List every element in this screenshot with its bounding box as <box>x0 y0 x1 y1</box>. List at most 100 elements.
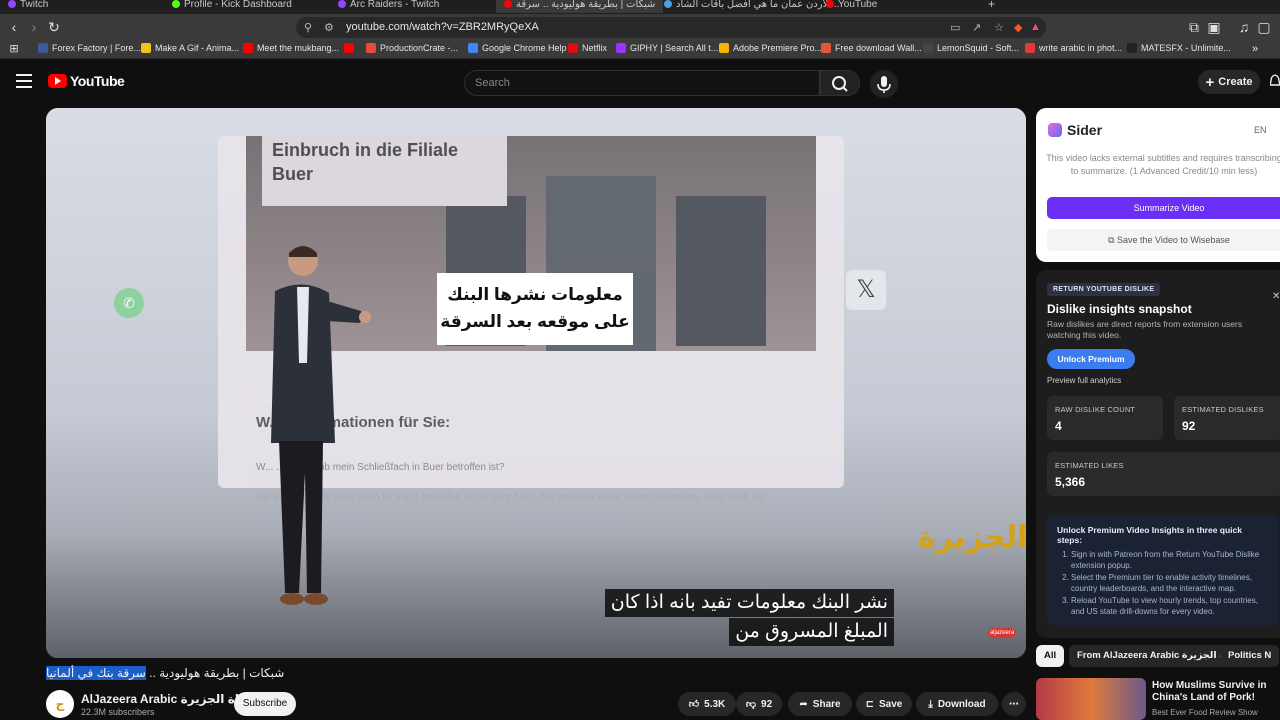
recommended-video-thumbnail[interactable] <box>1036 678 1146 720</box>
dislike-button[interactable]: 👎︎ 92 <box>736 692 782 716</box>
share-page-icon[interactable]: ↗ <box>972 21 981 34</box>
bookmark-item[interactable]: Netflix <box>568 43 607 53</box>
address-bar[interactable]: ⚲ ⚙ youtube.com/watch?v=ZBR2MRyQeXA ▭ ↗ … <box>296 17 1046 38</box>
channel-name[interactable]: AlJazeera Arabic قناة الجزيرة <box>81 692 252 706</box>
browser-tab[interactable]: Twitch <box>8 0 48 13</box>
bookmark-favicon-icon <box>719 43 729 53</box>
new-tab-button[interactable]: + <box>988 0 995 13</box>
bookmark-favicon-icon <box>616 43 626 53</box>
search-button[interactable] <box>820 70 860 96</box>
create-button[interactable]: + Create <box>1198 70 1260 94</box>
summarize-video-button[interactable]: Summarize Video <box>1047 197 1280 219</box>
recommended-video-channel[interactable]: Best Ever Food Review Show <box>1152 708 1258 717</box>
media-icon[interactable]: ♫ <box>1236 19 1252 35</box>
site-info-icon[interactable]: ⚲ <box>304 21 312 34</box>
bookmark-star-icon[interactable]: ☆ <box>994 21 1004 34</box>
share-icon: ➦ <box>799 698 808 710</box>
brave-shield-icon[interactable]: ◆ <box>1014 21 1022 34</box>
more-icon: ⋯ <box>1009 698 1019 710</box>
bookmarks-bar: ⊞ Forex Factory | Fore... Make A Gif - A… <box>0 40 1280 59</box>
bookmark-item[interactable]: Make A Gif - Anima... <box>141 43 239 53</box>
bookmark-item[interactable]: MATESFX - Unlimite... <box>1127 43 1231 53</box>
channel-watermark: aljazeera <box>988 628 1016 638</box>
search-placeholder: Search <box>475 77 510 89</box>
browser-toolbar: ‹ › ↻ ⚲ ⚙ youtube.com/watch?v=ZBR2MRyQeX… <box>0 14 1280 40</box>
youtube-logo[interactable]: YouTube <box>48 73 125 89</box>
bookmark-favicon-icon <box>141 43 151 53</box>
browser-tab-strip: Twitch Profile - Kick Dashboard Arc Raid… <box>0 0 1280 14</box>
bookmark-item[interactable]: write arabic in phot... <box>1025 43 1122 53</box>
menu-icon[interactable] <box>16 74 32 88</box>
bookmark-item[interactable]: GIPHY | Search All t... <box>616 43 718 53</box>
bookmark-favicon-icon <box>468 43 478 53</box>
tab-favicon-icon <box>504 0 512 8</box>
recommended-video-title[interactable]: How Muslims Survive in China's Land of P… <box>1152 680 1280 704</box>
bookmark-item[interactable] <box>344 43 354 53</box>
tune-icon[interactable]: ⚙ <box>324 21 334 34</box>
preview-analytics-link[interactable]: Preview full analytics <box>1047 376 1121 385</box>
presenter-figure <box>271 246 371 605</box>
reload-icon[interactable]: ↻ <box>46 19 62 35</box>
forward-icon[interactable]: › <box>26 19 42 35</box>
premium-steps: Unlock Premium Video Insights in three q… <box>1047 515 1279 625</box>
bookmark-item[interactable]: Free download Wall... <box>821 43 922 53</box>
premium-step: Select the Premium tier to enable activi… <box>1071 573 1269 594</box>
channel-avatar[interactable]: ج <box>46 690 74 718</box>
sider-description: This video lacks external subtitles and … <box>1046 153 1280 176</box>
search-icon <box>832 76 848 92</box>
bookmark-item[interactable]: Adobe Premiere Pro... <box>719 43 822 53</box>
bookmark-favicon-icon <box>1025 43 1035 53</box>
video-player[interactable]: Einbruch in die Filiale Buer W... ...nfo… <box>46 108 1026 658</box>
share-button[interactable]: ➦ Share <box>788 692 852 716</box>
notifications-icon[interactable] <box>1269 74 1280 88</box>
bookmark-favicon-icon <box>366 43 376 53</box>
sider-brand: Sider <box>1048 122 1102 138</box>
browser-tab[interactable]: YouTube <box>826 0 877 13</box>
back-icon[interactable]: ‹ <box>6 19 22 35</box>
more-actions-button[interactable]: ⋯ <box>1002 692 1026 716</box>
onscreen-caption: معلومات نشرها البنك على موقعه بعد السرقة <box>437 273 633 345</box>
chip-all[interactable]: All <box>1036 645 1065 667</box>
browser-tab[interactable]: Arc Raiders - Twitch <box>338 0 439 13</box>
browser-tab[interactable]: Profile - Kick Dashboard <box>172 0 292 13</box>
tab-favicon-icon <box>664 0 672 8</box>
close-icon[interactable]: ✕ <box>1272 291 1280 302</box>
raw-dislike-card: RAW DISLIKE COUNT 4 <box>1047 396 1163 440</box>
url-text: youtube.com/watch?v=ZBR2MRyQeXA <box>346 21 539 33</box>
bookmark-item[interactable]: Google Chrome Help <box>468 43 567 53</box>
like-button[interactable]: 👍︎ 5.3K <box>678 692 736 716</box>
apps-grid-icon[interactable]: ⊞ <box>6 41 22 57</box>
more-bookmarks-icon[interactable]: » <box>1252 43 1258 55</box>
chip-politics[interactable]: Politics N <box>1220 645 1280 667</box>
microphone-icon <box>877 76 891 93</box>
extensions-icon[interactable]: ⧉ <box>1186 19 1202 35</box>
search-input[interactable]: Search <box>464 70 820 96</box>
bookmark-item[interactable]: LemonSquid - Soft... <box>923 43 1019 53</box>
sider-panel: Sider EN This video lacks external subti… <box>1036 108 1280 262</box>
bookmark-item[interactable]: Forex Factory | Fore... <box>38 43 141 53</box>
save-button[interactable]: ⊏ Save <box>856 692 912 716</box>
subscribe-button[interactable]: Subscribe <box>234 692 296 716</box>
video-title: شبكات | بطريقة هوليودية .. سرقة بنك في أ… <box>46 666 285 680</box>
download-icon: ⤓ <box>928 698 933 710</box>
bookmark-favicon-icon <box>38 43 48 53</box>
browser-tab-active[interactable]: شبكات | بطريقة هوليودية .. سرقة <box>496 0 664 13</box>
ryd-heading: Dislike insights snapshot <box>1047 302 1192 316</box>
save-to-wisebase-button[interactable]: ⧉ Save the Video to Wisebase <box>1047 229 1280 251</box>
sider-logo-icon <box>1048 123 1062 137</box>
ryd-panel: RETURN YOUTUBE DISLIKE ✕ Dislike insight… <box>1036 270 1280 638</box>
unlock-premium-button[interactable]: Unlock Premium <box>1047 349 1135 369</box>
cast-icon[interactable]: ▭ <box>950 21 960 34</box>
ryd-description: Raw dislikes are direct reports from ext… <box>1047 319 1243 340</box>
brave-rewards-icon[interactable]: ▲ <box>1030 21 1041 33</box>
voice-search-button[interactable] <box>870 70 898 98</box>
browser-tab[interactable]: الأردن عمان ما هي أفضل باقات الشاد... <box>664 0 839 13</box>
bookmark-favicon-icon <box>344 43 354 53</box>
wallet-icon[interactable]: ▢ <box>1256 19 1272 35</box>
bookmark-item[interactable]: Meet the mukbang... <box>243 43 339 53</box>
bookmark-item[interactable]: ProductionCrate -... <box>366 43 458 53</box>
download-button[interactable]: ⤓ Download <box>916 692 998 716</box>
language-selector[interactable]: EN <box>1254 125 1267 135</box>
thumbs-down-icon: 👎︎ <box>745 699 757 710</box>
sidebar-panel-icon[interactable]: ▣ <box>1206 19 1222 35</box>
